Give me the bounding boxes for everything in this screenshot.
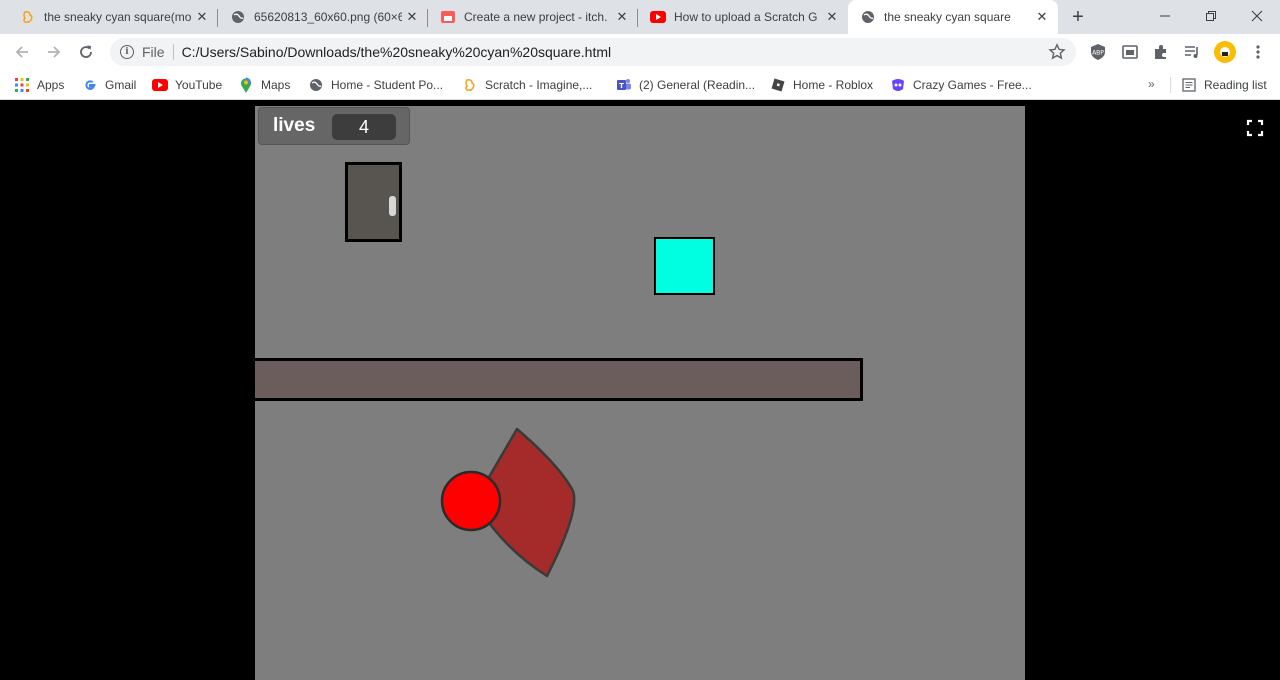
browser-toolbar: i File C:/Users/Sabino/Downloads/the%20s… <box>0 34 1280 70</box>
platform-wall <box>255 358 863 401</box>
close-icon <box>1251 10 1263 22</box>
forward-arrow-icon <box>48 46 61 58</box>
youtube-icon <box>650 9 666 25</box>
globe-icon <box>308 77 324 93</box>
fullscreen-icon[interactable] <box>1246 119 1264 137</box>
reload-icon <box>80 45 92 58</box>
bookmark-label: Home - Roblox <box>793 78 874 92</box>
scratch-icon <box>462 77 478 93</box>
more-bookmarks-button[interactable]: » <box>1148 77 1155 91</box>
guard-red-ball <box>440 470 502 532</box>
back-button[interactable] <box>8 38 36 66</box>
svg-text:ABP: ABP <box>1092 50 1104 57</box>
back-arrow-icon <box>15 46 28 58</box>
tab-label: the sneaky cyan square(mo <box>44 10 192 24</box>
close-tab-icon[interactable]: ✕ <box>404 9 420 25</box>
bookmark-label: Home - Student Po... <box>331 78 444 92</box>
bookmark-youtube[interactable]: YouTube <box>152 75 222 95</box>
bookmark-label: Scratch - Imagine,... <box>485 78 593 92</box>
tab-sneaky-cyan-square-mod[interactable]: the sneaky cyan square(mo ✕ <box>0 0 218 34</box>
minimize-icon <box>1160 15 1170 17</box>
address-bar[interactable]: i File C:/Users/Sabino/Downloads/the%20s… <box>110 38 1076 66</box>
tab-itch-new-project[interactable]: Create a new project - itch. ✕ <box>428 0 638 34</box>
profile-avatar-icon[interactable] <box>1214 41 1236 63</box>
bookmark-student-portal[interactable]: Home - Student Po... <box>308 75 443 95</box>
google-icon <box>82 77 98 93</box>
bookmark-roblox[interactable]: Home - Roblox <box>770 75 873 95</box>
lives-value: 4 <box>332 114 396 140</box>
bookmark-label: YouTube <box>175 78 223 92</box>
game-stage[interactable]: lives 4 <box>255 106 1025 680</box>
crazygames-icon <box>890 77 906 93</box>
tab-youtube-upload[interactable]: How to upload a Scratch G ✕ <box>638 0 848 34</box>
bookmark-crazy-games[interactable]: Crazy Games - Free... <box>890 75 1032 95</box>
bookmark-teams-general[interactable]: T (2) General (Readin... <box>616 75 755 95</box>
tab-label: How to upload a Scratch G <box>674 10 818 24</box>
bookmark-star-icon[interactable] <box>1048 43 1066 61</box>
bookmark-label: Gmail <box>105 78 137 92</box>
roblox-icon <box>770 77 786 93</box>
tab-label: 65620813_60x60.png (60×6 <box>254 10 402 24</box>
door-handle <box>389 196 396 216</box>
tab-label: Create a new project - itch. <box>464 10 608 24</box>
extension-shield-icon[interactable]: ABP <box>1087 41 1109 63</box>
youtube-icon <box>152 77 168 93</box>
close-tab-icon[interactable]: ✕ <box>194 9 210 25</box>
extension-window-icon[interactable] <box>1119 41 1141 63</box>
tab-strip: the sneaky cyan square(mo ✕ 65620813_60x… <box>0 0 1280 34</box>
restore-button[interactable] <box>1188 0 1234 32</box>
lives-monitor: lives 4 <box>258 107 410 145</box>
bookmark-maps[interactable]: Maps <box>238 75 290 95</box>
scratch-icon <box>20 9 36 25</box>
bookmark-scratch[interactable]: Scratch - Imagine,... <box>462 75 592 95</box>
address-divider <box>172 44 174 60</box>
media-controls-icon[interactable] <box>1181 41 1203 63</box>
close-window-button[interactable] <box>1234 0 1280 32</box>
reload-button[interactable] <box>72 38 100 66</box>
globe-icon <box>230 9 246 25</box>
restore-icon <box>1206 11 1216 21</box>
exit-door-sprite <box>345 162 402 242</box>
bookmark-label: (2) General (Readin... <box>639 78 756 92</box>
new-tab-button[interactable]: + <box>1066 5 1090 29</box>
reading-list-button[interactable]: Reading list <box>1181 75 1267 95</box>
info-icon[interactable]: i <box>120 45 134 59</box>
bookmark-label: Maps <box>261 78 291 92</box>
close-tab-icon[interactable]: ✕ <box>614 9 630 25</box>
tab-sneaky-cyan-square-active[interactable]: the sneaky cyan square ✕ <box>848 0 1058 34</box>
site-scheme-label: File <box>142 44 165 60</box>
page-content: lives 4 <box>0 101 1280 680</box>
bookmark-label: Crazy Games - Free... <box>913 78 1032 92</box>
teams-icon: T <box>616 77 632 93</box>
player-cyan-square <box>654 237 715 295</box>
url-text[interactable]: C:/Users/Sabino/Downloads/the%20sneaky%2… <box>182 44 612 60</box>
close-tab-icon[interactable]: ✕ <box>824 9 840 25</box>
bookmark-label: Apps <box>37 78 65 92</box>
tab-png-image[interactable]: 65620813_60x60.png (60×6 ✕ <box>218 0 428 34</box>
bookmarks-divider <box>1170 77 1171 93</box>
bookmarks-bar: Apps Gmail YouTube Maps Home - Student P… <box>0 70 1280 100</box>
tab-label: the sneaky cyan square <box>884 10 1011 24</box>
lives-label: lives <box>273 115 316 136</box>
close-tab-icon[interactable]: ✕ <box>1034 9 1050 25</box>
bookmark-gmail[interactable]: Gmail <box>82 75 136 95</box>
reading-list-icon <box>1181 77 1197 93</box>
reading-list-label: Reading list <box>1204 78 1267 92</box>
guard-enemy-sprite <box>440 427 576 578</box>
extensions-puzzle-icon[interactable] <box>1150 41 1172 63</box>
itch-icon <box>440 9 456 25</box>
globe-icon <box>860 9 876 25</box>
maps-icon <box>238 77 254 93</box>
bookmark-apps[interactable]: Apps <box>14 75 64 95</box>
apps-grid-icon <box>14 77 30 93</box>
minimize-button[interactable] <box>1142 0 1188 32</box>
svg-text:T: T <box>619 82 624 90</box>
forward-button[interactable] <box>40 38 68 66</box>
chrome-menu-icon[interactable] <box>1247 41 1269 63</box>
